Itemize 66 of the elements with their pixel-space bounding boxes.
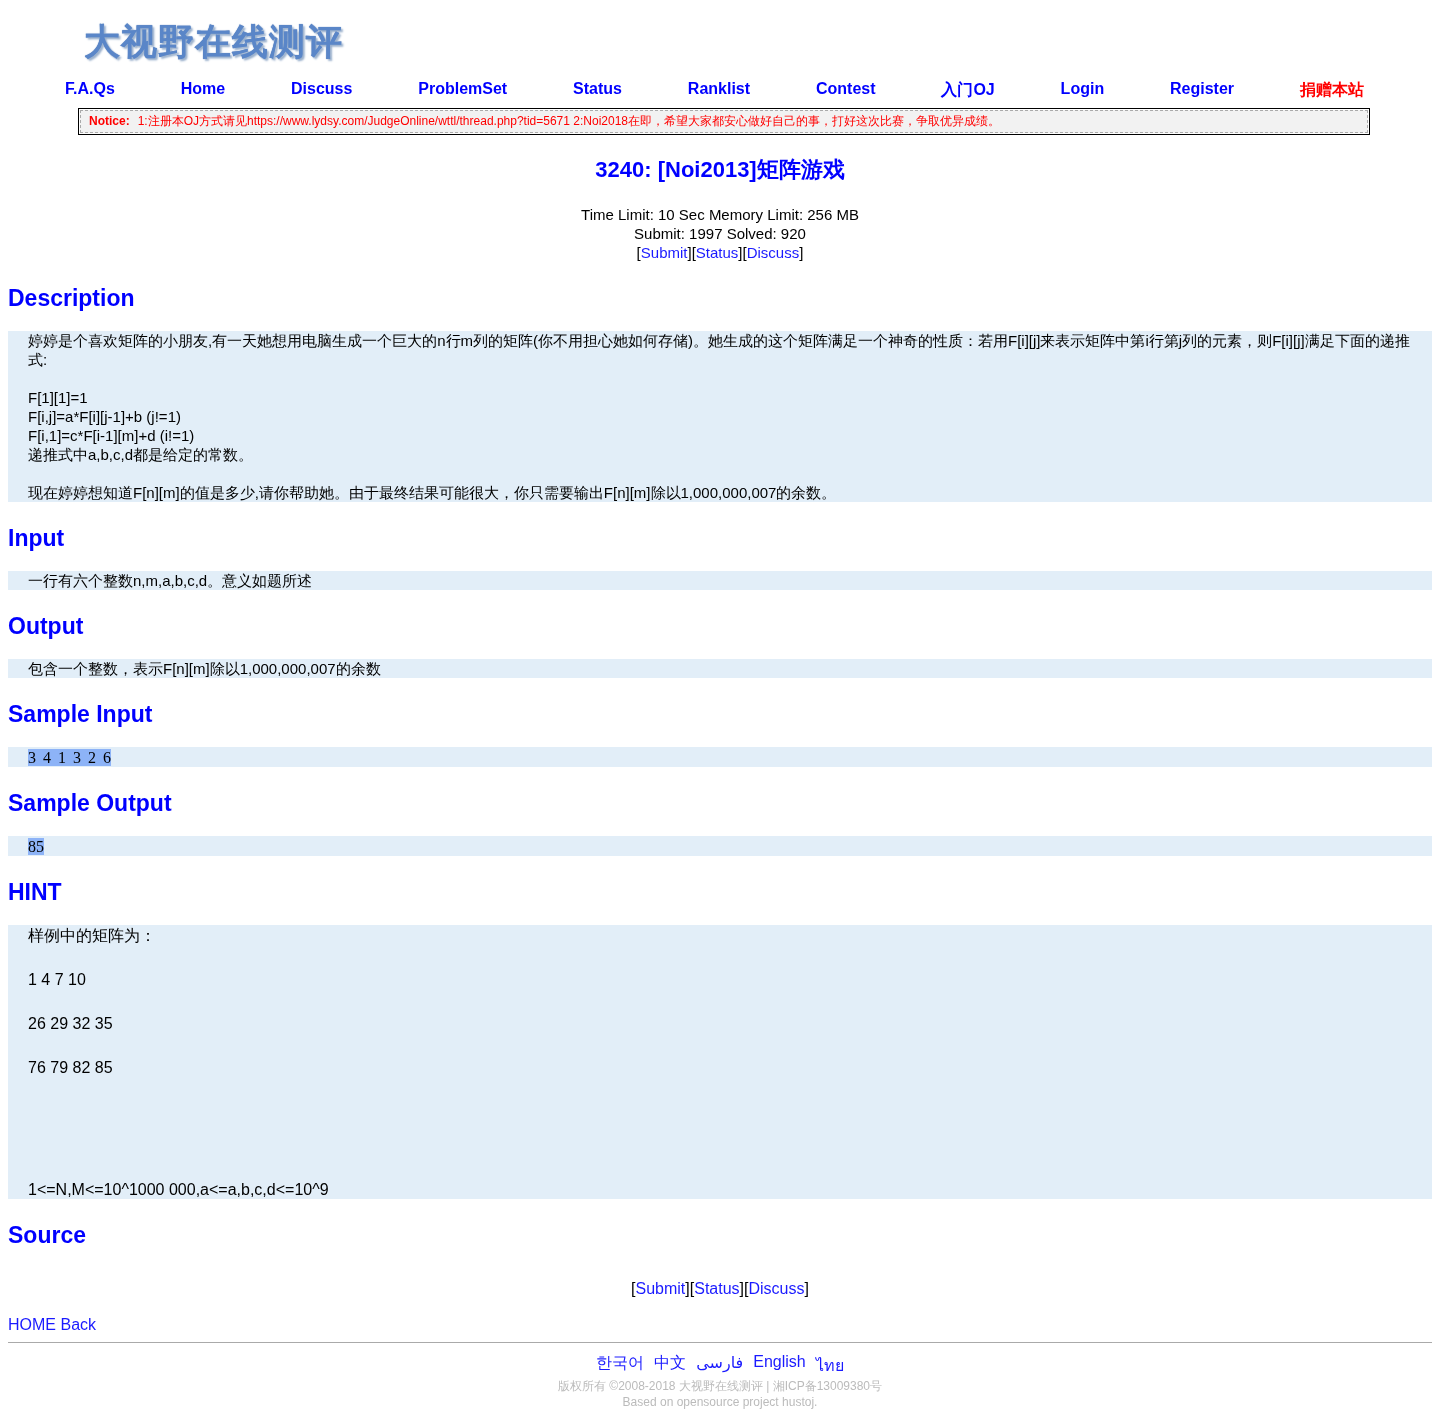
bracket: [	[691, 244, 696, 261]
section-heading: HINT	[8, 878, 63, 907]
bracket: [	[636, 244, 641, 261]
sample-text: 85	[28, 838, 44, 855]
text-line: 样例中的矩阵为：	[28, 926, 157, 945]
section-heading: Input	[8, 524, 66, 553]
notice-label: Notice:	[89, 114, 130, 128]
nav-link[interactable]: Contest	[815, 80, 876, 108]
bracket: ]	[687, 244, 692, 261]
nav-link[interactable]: Register	[1170, 80, 1235, 108]
text-line: F[i,1]=c*F[i-1][m]+d (i!=1)	[28, 426, 196, 445]
notice-text: 1:注册本OJ方式请见https://www.lydsy.com/JudgeOnline/wttl/thread.php?tid=5671 2:Noi2018在即，希望大家都安心做好自己的事，打好这次比赛，争取优异成绩。	[137, 114, 1000, 128]
text-line: F[i,j]=a*F[i][j-1]+b (j!=1)	[28, 407, 182, 426]
bracket: ]	[739, 1280, 744, 1297]
back-link[interactable]: Back	[60, 1316, 97, 1333]
action-link[interactable]: Submit	[640, 244, 688, 261]
nav-link[interactable]: Login	[1060, 80, 1105, 108]
back-link[interactable]: HOME	[8, 1316, 56, 1333]
site-logo[interactable]: 大视野在线测评	[84, 18, 343, 68]
text-line: 76 79 82 85	[28, 1058, 114, 1077]
limit-text: Submit: 1997 Solved: 920	[634, 225, 806, 242]
text-line: 一行有六个整数n,m,a,b,c,d。意义如题所述	[28, 571, 314, 590]
text-line: 婷婷是个喜欢矩阵的小朋友,有一天她想用电脑生成一个巨大的n行m列的矩阵(你不用担心她如何存储)。她生成的这个矩阵满足一个神奇的性质：若用F[i][j]来表示矩阵中第i行第j列的元素，则F[i][j]满足下面的递推式:	[28, 331, 1411, 369]
action-link[interactable]: Discuss	[746, 244, 800, 261]
language-link[interactable]: فارسی	[696, 1353, 744, 1378]
section-heading: Description	[8, 284, 136, 313]
text-line: F[1][1]=1	[28, 388, 89, 407]
text-line: 现在婷婷想知道F[n][m]的值是多少,请你帮助她。由于最终结果可能很大，你只需要输出F[n][m]除以1,000,000,007的余数。	[28, 483, 838, 502]
section-heading: Source	[8, 1221, 87, 1250]
action-link[interactable]: Status	[695, 244, 739, 261]
nav-link[interactable]: 入门OJ	[941, 80, 995, 108]
language-link[interactable]: 中文	[654, 1353, 687, 1378]
bracket: ]	[738, 244, 743, 261]
sample-text: 3 4 1 3 2 6	[28, 749, 111, 766]
section-heading: Output	[8, 612, 85, 641]
bracket: ]	[799, 244, 804, 261]
nav-link[interactable]: Ranklist	[687, 80, 751, 108]
nav-link[interactable]: F.A.Qs	[65, 80, 115, 108]
text-line: 26 29 32 35	[28, 1014, 114, 1033]
problem-title: 3240: [Noi2013]矩阵游戏	[594, 156, 846, 184]
nav-link[interactable]: Discuss	[291, 80, 353, 108]
text-line: 1<=N,M<=10^1000 000,a<=a,b,c,d<=10^9	[28, 1180, 330, 1199]
bracket: [	[742, 244, 747, 261]
language-link[interactable]: 한국어	[596, 1353, 645, 1378]
bracket: ]	[685, 1280, 690, 1297]
copyright-text: 版权所有 ©2008-2018 大视野在线测评 | 湘ICP备13009380号	[556, 1378, 884, 1394]
bracket: [	[631, 1280, 636, 1297]
language-link[interactable]: ไทย	[815, 1353, 844, 1378]
language-link[interactable]: English	[753, 1353, 806, 1378]
nav-link[interactable]: 捐赠本站	[1299, 80, 1364, 108]
bracket: [	[689, 1280, 695, 1297]
text-line: 递推式中a,b,c,d都是给定的常数。	[28, 445, 255, 464]
bracket: [	[744, 1280, 749, 1297]
action-link[interactable]: Discuss	[748, 1280, 805, 1297]
action-link[interactable]: Status	[694, 1280, 740, 1297]
nav-link[interactable]: ProblemSet	[418, 80, 508, 108]
credit-text: Based on opensource project hustoj.	[621, 1394, 819, 1410]
text-line: 包含一个整数，表示F[n][m]除以1,000,000,007的余数	[28, 659, 382, 678]
section-heading: Sample Output	[8, 789, 173, 818]
section-heading: Sample Input	[8, 700, 154, 729]
action-link[interactable]: Submit	[635, 1280, 686, 1297]
nav-link[interactable]: Status	[573, 80, 622, 108]
nav-link[interactable]: Home	[180, 80, 226, 108]
bracket: ]	[804, 1280, 809, 1297]
limit-text: Time Limit: 10 Sec Memory Limit: 256 MB	[581, 206, 859, 223]
text-line: 1 4 7 10	[28, 970, 87, 989]
